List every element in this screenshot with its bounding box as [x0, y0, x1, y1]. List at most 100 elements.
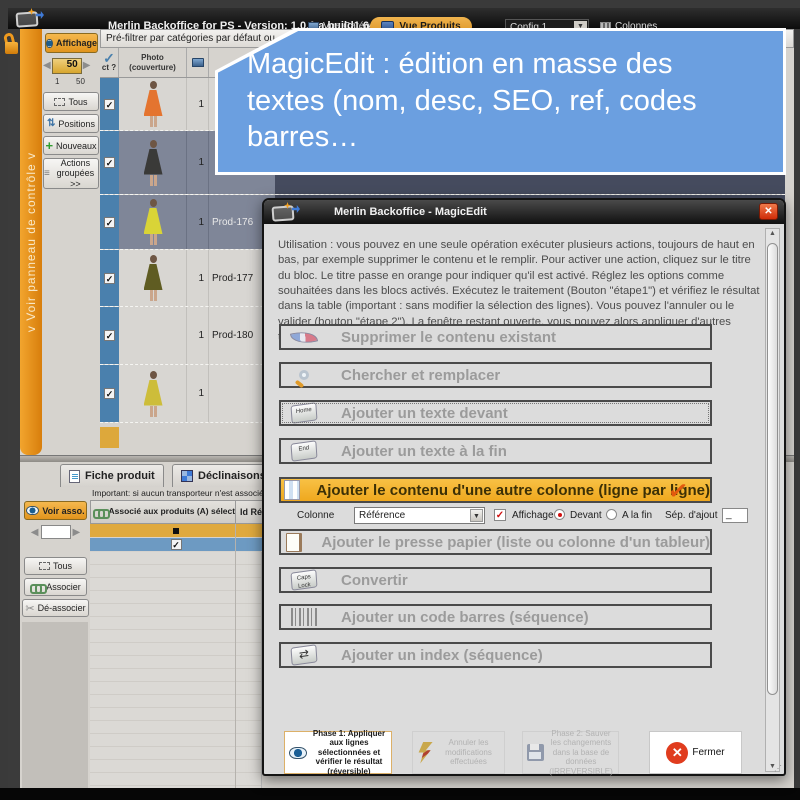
check-icon: ✓ — [103, 53, 115, 63]
phase1-button[interactable]: Phase 1: Appliquer aux lignes sélectionn… — [284, 731, 392, 774]
assoc-row-partial[interactable] — [90, 524, 262, 537]
separateur-input[interactable]: _ — [722, 508, 748, 523]
selection-icon — [39, 562, 50, 570]
action-supprimer-contenu[interactable]: Supprimer le contenu existant — [279, 324, 712, 350]
column-header-photo[interactable]: Photo (couverture) — [119, 48, 187, 77]
actions-groupees-button[interactable]: ≡Actions groupées >> — [43, 158, 99, 189]
variants-icon — [181, 470, 193, 482]
resize-grip[interactable]: ⋰ — [774, 764, 782, 773]
colonne-dropdown[interactable]: Référence▼ — [354, 507, 485, 524]
control-panel-toggle[interactable]: v Voir panneau de contrôle v — [20, 29, 42, 455]
assoc-page-input[interactable] — [41, 525, 71, 539]
alafin-radio[interactable] — [606, 509, 617, 520]
page-size-stepper[interactable]: ◀ 50 ▶ — [43, 57, 100, 74]
tab-key-icon: ⇄ — [290, 644, 317, 666]
tooltip-text: MagicEdit : édition en masse des textes … — [247, 46, 752, 156]
column-options-row: Colonne Référence▼ ✓ Affichage Devant A … — [279, 507, 749, 525]
partial-check-icon — [173, 528, 179, 534]
shop-icon — [192, 58, 204, 67]
column-header-act[interactable]: ✓ct ? — [100, 48, 119, 77]
alafin-label: A la fin — [622, 510, 652, 521]
row-checkbox[interactable]: ✓ — [104, 388, 115, 399]
action-code-barres[interactable]: Ajouter un code barres (séquence) — [279, 604, 712, 630]
cancel-bolt-icon — [417, 742, 433, 764]
eye-icon — [46, 39, 53, 48]
row-checkbox[interactable]: ✓ — [104, 157, 115, 168]
action-chercher-remplacer[interactable]: Chercher et remplacer — [279, 362, 712, 388]
dialog-title: Merlin Backoffice - MagicEdit — [334, 206, 487, 218]
action-contenu-autre-colonne[interactable]: Ajouter le contenu d'une autre colonne (… — [279, 477, 712, 503]
action-presse-papier[interactable]: Ajouter le presse papier (liste ou colon… — [279, 529, 712, 555]
scroll-up-icon[interactable]: ▲ — [766, 230, 779, 237]
fermer-button[interactable]: ✕ Fermer — [649, 731, 742, 774]
dialog-scrollbar[interactable]: ▲ ▼ — [765, 228, 780, 772]
chevron-down-icon[interactable]: ▼ — [470, 509, 483, 522]
affichage-checkbox[interactable]: ✓ — [494, 509, 506, 521]
voir-asso-button[interactable]: Voir asso. — [24, 501, 87, 520]
affichage-label: Affichage — [512, 510, 554, 521]
table-footer-cell — [100, 427, 119, 448]
magicedit-dialog: Merlin Backoffice - MagicEdit ✕ Utilisat… — [262, 198, 786, 776]
close-button[interactable]: ✕ — [759, 203, 778, 220]
home-key-icon: Home — [290, 402, 317, 424]
product-photo — [140, 81, 166, 127]
column-header-shop[interactable] — [187, 48, 209, 77]
stepper-right-icon[interactable]: ▶ — [83, 60, 91, 71]
product-photo — [140, 371, 166, 417]
swap-icon: ⇄ — [298, 646, 309, 661]
floppy-disk-icon — [527, 744, 544, 761]
magnifier-icon — [299, 370, 309, 380]
associer-button[interactable]: Associer — [24, 578, 87, 596]
action-texte-fin[interactable]: End Ajouter un texte à la fin — [279, 438, 712, 464]
active-check-icon: ✓ — [666, 476, 690, 508]
row-checkbox[interactable]: ✓ — [104, 217, 115, 228]
row-checkbox[interactable]: ✓ — [104, 273, 115, 284]
eye-icon — [26, 506, 39, 515]
stepper-right-icon[interactable]: ▶ — [73, 527, 81, 538]
page-size-input[interactable]: 50 — [52, 58, 82, 74]
range-max-label: 50 — [76, 77, 85, 86]
app-icon — [14, 8, 44, 30]
assoc-stepper[interactable]: ◀ ▶ — [24, 524, 87, 540]
feather-eraser-icon — [290, 328, 318, 346]
row-checkbox[interactable]: ✓ — [171, 539, 182, 550]
product-photo — [140, 199, 166, 245]
devant-label: Devant — [570, 510, 602, 521]
barcode-icon — [291, 608, 317, 626]
stepper-left-icon[interactable]: ◀ — [43, 60, 51, 71]
affichage-button[interactable]: Affichage — [45, 33, 98, 53]
positions-button[interactable]: ⇅Positions — [43, 114, 99, 133]
selection-icon — [54, 98, 65, 106]
scissors-icon: ✂ — [25, 602, 34, 615]
action-convertir[interactable]: Caps Lock Convertir — [279, 567, 712, 593]
devant-radio[interactable] — [554, 509, 565, 520]
scrollbar-thumb[interactable] — [767, 243, 778, 695]
close-circle-icon: ✕ — [666, 742, 688, 764]
assoc-tous-button[interactable]: Tous — [24, 557, 87, 575]
action-texte-devant[interactable]: Home Ajouter un texte devant — [279, 400, 712, 426]
de-associer-button[interactable]: ✂Dé-associer — [22, 599, 89, 617]
phase2-button: Phase 2: Sauver les changements dans la … — [522, 731, 619, 774]
menu-icon: ≡ — [44, 168, 50, 180]
product-photo — [140, 255, 166, 301]
action-index[interactable]: ⇄ Ajouter un index (séquence) — [279, 642, 712, 668]
row-checkbox[interactable]: ✓ — [104, 330, 115, 341]
plus-icon: + — [45, 141, 53, 151]
tooltip-bubble: MagicEdit : édition en masse des textes … — [215, 28, 786, 175]
assoc-row-checked[interactable]: ✓ — [90, 538, 262, 551]
link-icon — [93, 509, 106, 516]
select-all-button[interactable]: Tous — [43, 92, 99, 111]
row-checkbox[interactable]: ✓ — [104, 99, 115, 110]
dialog-titlebar[interactable]: Merlin Backoffice - MagicEdit ✕ — [264, 200, 784, 224]
tab-fiche-produit[interactable]: Fiche produit — [60, 464, 164, 487]
stepper-left-icon[interactable]: ◀ — [31, 527, 39, 538]
unlock-icon[interactable] — [3, 33, 19, 56]
assoc-left-column — [22, 622, 88, 788]
app-titlebar: Merlin Backoffice for PS - Version: 1.0.… — [8, 8, 800, 29]
assoc-empty-rows — [90, 552, 262, 788]
assoc-column-divider — [235, 524, 236, 788]
nouveaux-button[interactable]: +Nouveaux — [43, 136, 99, 155]
link-icon — [30, 584, 43, 591]
window-left-edge — [8, 29, 20, 788]
document-icon — [69, 470, 80, 483]
